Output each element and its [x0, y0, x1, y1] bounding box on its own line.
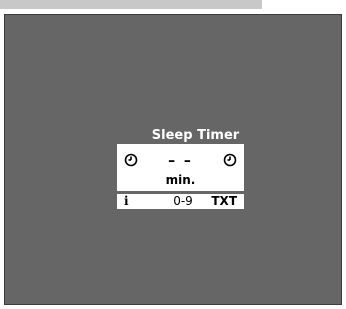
timer-unit: min.	[165, 173, 196, 187]
clock-icon	[223, 152, 237, 167]
tv-screen: Sleep Timer – – min. i 0-9 TXT	[4, 14, 342, 305]
info-icon: i	[124, 194, 129, 208]
digit-range-hint: 0-9	[173, 194, 193, 208]
sleep-timer-panel: – – min.	[117, 144, 244, 191]
help-bar: i 0-9 TXT	[117, 194, 244, 209]
timer-value: – –	[168, 153, 193, 169]
clock-icon	[124, 152, 138, 167]
txt-button-hint: TXT	[211, 194, 237, 208]
top-bar	[0, 0, 262, 9]
sleep-timer-title: Sleep Timer	[151, 128, 240, 143]
